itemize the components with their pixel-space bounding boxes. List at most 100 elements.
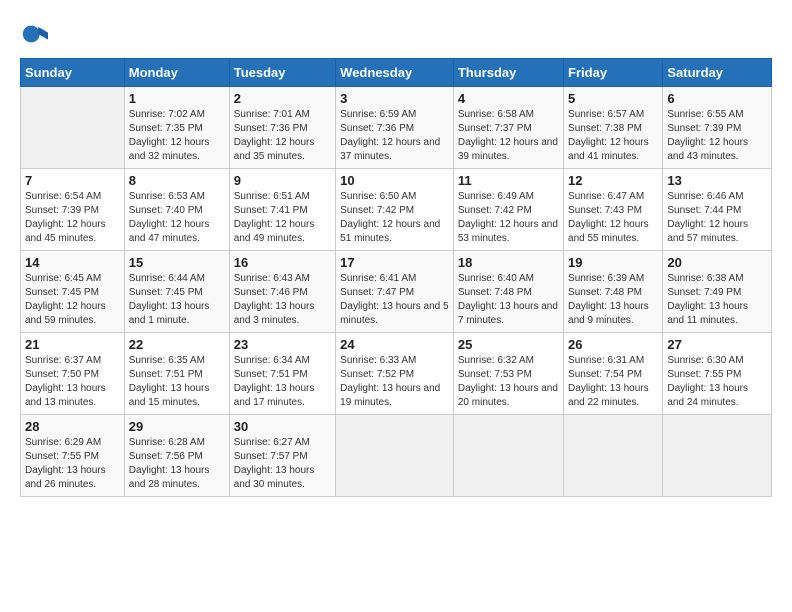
day-info: Sunrise: 6:49 AMSunset: 7:42 PMDaylight:… <box>458 190 559 246</box>
calendar-cell <box>21 87 125 169</box>
day-info: Sunrise: 6:40 AMSunset: 7:48 PMDaylight:… <box>458 272 559 328</box>
calendar-cell: 16 Sunrise: 6:43 AMSunset: 7:46 PMDayligh… <box>229 251 335 333</box>
day-number: 7 <box>25 173 120 188</box>
calendar-cell: 20Sunrise: 6:38 AMSunset: 7:49 PMDayligh… <box>663 251 772 333</box>
day-info: Sunrise: 6:55 AMSunset: 7:39 PMDaylight:… <box>667 108 767 164</box>
day-info: Sunrise: 6:32 AMSunset: 7:53 PMDaylight:… <box>458 354 559 410</box>
calendar-cell: 27Sunrise: 6:30 AMSunset: 7:55 PMDayligh… <box>663 333 772 415</box>
calendar-cell: 9 Sunrise: 6:51 AMSunset: 7:41 PMDaylight… <box>229 169 335 251</box>
day-info: Sunrise: 6:51 AMSunset: 7:41 PMDaylight:… <box>234 190 331 246</box>
calendar-cell <box>663 415 772 497</box>
day-info: Sunrise: 6:27 AMSunset: 7:57 PMDaylight:… <box>234 436 331 492</box>
logo-icon <box>20 20 48 48</box>
calendar-cell: 3 Sunrise: 6:59 AMSunset: 7:36 PMDaylight… <box>336 87 454 169</box>
calendar-cell: 11 Sunrise: 6:49 AMSunset: 7:42 PMDayligh… <box>453 169 563 251</box>
calendar-cell: 4 Sunrise: 6:58 AMSunset: 7:37 PMDaylight… <box>453 87 563 169</box>
logo <box>20 20 51 48</box>
column-header-friday: Friday <box>564 59 663 87</box>
calendar-cell: 19 Sunrise: 6:39 AMSunset: 7:48 PMDayligh… <box>564 251 663 333</box>
column-header-monday: Monday <box>124 59 229 87</box>
day-info: Sunrise: 6:45 AMSunset: 7:45 PMDaylight:… <box>25 272 120 328</box>
day-info: Sunrise: 6:30 AMSunset: 7:55 PMDaylight:… <box>667 354 767 410</box>
calendar-week-row: 28Sunrise: 6:29 AMSunset: 7:55 PMDayligh… <box>21 415 772 497</box>
calendar-cell: 5 Sunrise: 6:57 AMSunset: 7:38 PMDaylight… <box>564 87 663 169</box>
day-number: 5 <box>568 91 658 106</box>
day-number: 12 <box>568 173 658 188</box>
day-info: Sunrise: 6:35 AMSunset: 7:51 PMDaylight:… <box>129 354 225 410</box>
calendar-cell <box>336 415 454 497</box>
calendar-cell: 13Sunrise: 6:46 AMSunset: 7:44 PMDayligh… <box>663 169 772 251</box>
day-number: 2 <box>234 91 331 106</box>
day-number: 18 <box>458 255 559 270</box>
calendar-week-row: 1 Sunrise: 7:02 AMSunset: 7:35 PMDaylight… <box>21 87 772 169</box>
page-header <box>20 20 772 48</box>
day-number: 29 <box>129 419 225 434</box>
calendar-week-row: 14 Sunrise: 6:45 AMSunset: 7:45 PMDayligh… <box>21 251 772 333</box>
day-info: Sunrise: 6:50 AMSunset: 7:42 PMDaylight:… <box>340 190 449 246</box>
day-number: 4 <box>458 91 559 106</box>
day-info: Sunrise: 6:28 AMSunset: 7:56 PMDaylight:… <box>129 436 225 492</box>
day-number: 16 <box>234 255 331 270</box>
calendar-cell: 25 Sunrise: 6:32 AMSunset: 7:53 PMDayligh… <box>453 333 563 415</box>
day-number: 8 <box>129 173 225 188</box>
day-number: 6 <box>667 91 767 106</box>
day-number: 15 <box>129 255 225 270</box>
day-info: Sunrise: 7:02 AMSunset: 7:35 PMDaylight:… <box>129 108 225 164</box>
column-header-wednesday: Wednesday <box>336 59 454 87</box>
calendar-cell: 15 Sunrise: 6:44 AMSunset: 7:45 PMDayligh… <box>124 251 229 333</box>
calendar-cell <box>564 415 663 497</box>
day-info: Sunrise: 6:59 AMSunset: 7:36 PMDaylight:… <box>340 108 449 164</box>
day-info: Sunrise: 6:46 AMSunset: 7:44 PMDaylight:… <box>667 190 767 246</box>
calendar-week-row: 21 Sunrise: 6:37 AMSunset: 7:50 PMDayligh… <box>21 333 772 415</box>
day-number: 19 <box>568 255 658 270</box>
calendar-cell: 10Sunrise: 6:50 AMSunset: 7:42 PMDayligh… <box>336 169 454 251</box>
day-number: 3 <box>340 91 449 106</box>
day-number: 25 <box>458 337 559 352</box>
column-header-thursday: Thursday <box>453 59 563 87</box>
calendar-cell: 8Sunrise: 6:53 AMSunset: 7:40 PMDaylight… <box>124 169 229 251</box>
day-number: 11 <box>458 173 559 188</box>
calendar-cell: 23 Sunrise: 6:34 AMSunset: 7:51 PMDayligh… <box>229 333 335 415</box>
day-info: Sunrise: 6:31 AMSunset: 7:54 PMDaylight:… <box>568 354 658 410</box>
calendar-cell: 6 Sunrise: 6:55 AMSunset: 7:39 PMDaylight… <box>663 87 772 169</box>
calendar-cell: 29 Sunrise: 6:28 AMSunset: 7:56 PMDayligh… <box>124 415 229 497</box>
day-info: Sunrise: 6:54 AMSunset: 7:39 PMDaylight:… <box>25 190 120 246</box>
column-header-sunday: Sunday <box>21 59 125 87</box>
day-number: 1 <box>129 91 225 106</box>
day-info: Sunrise: 7:01 AMSunset: 7:36 PMDaylight:… <box>234 108 331 164</box>
day-info: Sunrise: 6:58 AMSunset: 7:37 PMDaylight:… <box>458 108 559 164</box>
calendar-cell: 18 Sunrise: 6:40 AMSunset: 7:48 PMDayligh… <box>453 251 563 333</box>
calendar-cell: 26 Sunrise: 6:31 AMSunset: 7:54 PMDayligh… <box>564 333 663 415</box>
calendar-cell: 2 Sunrise: 7:01 AMSunset: 7:36 PMDaylight… <box>229 87 335 169</box>
day-info: Sunrise: 6:37 AMSunset: 7:50 PMDaylight:… <box>25 354 120 410</box>
calendar-header-row: SundayMondayTuesdayWednesdayThursdayFrid… <box>21 59 772 87</box>
day-info: Sunrise: 6:39 AMSunset: 7:48 PMDaylight:… <box>568 272 658 328</box>
day-number: 23 <box>234 337 331 352</box>
day-info: Sunrise: 6:29 AMSunset: 7:55 PMDaylight:… <box>25 436 120 492</box>
column-header-saturday: Saturday <box>663 59 772 87</box>
day-number: 24 <box>340 337 449 352</box>
day-number: 21 <box>25 337 120 352</box>
day-number: 30 <box>234 419 331 434</box>
calendar-table: SundayMondayTuesdayWednesdayThursdayFrid… <box>20 58 772 497</box>
calendar-cell: 30 Sunrise: 6:27 AMSunset: 7:57 PMDayligh… <box>229 415 335 497</box>
day-info: Sunrise: 6:43 AMSunset: 7:46 PMDaylight:… <box>234 272 331 328</box>
day-number: 26 <box>568 337 658 352</box>
calendar-cell: 28Sunrise: 6:29 AMSunset: 7:55 PMDayligh… <box>21 415 125 497</box>
calendar-cell: 14 Sunrise: 6:45 AMSunset: 7:45 PMDayligh… <box>21 251 125 333</box>
calendar-cell: 21 Sunrise: 6:37 AMSunset: 7:50 PMDayligh… <box>21 333 125 415</box>
calendar-cell <box>453 415 563 497</box>
day-info: Sunrise: 6:34 AMSunset: 7:51 PMDaylight:… <box>234 354 331 410</box>
day-number: 22 <box>129 337 225 352</box>
calendar-cell: 22 Sunrise: 6:35 AMSunset: 7:51 PMDayligh… <box>124 333 229 415</box>
column-header-tuesday: Tuesday <box>229 59 335 87</box>
day-info: Sunrise: 6:47 AMSunset: 7:43 PMDaylight:… <box>568 190 658 246</box>
calendar-cell: 7 Sunrise: 6:54 AMSunset: 7:39 PMDaylight… <box>21 169 125 251</box>
day-number: 9 <box>234 173 331 188</box>
day-info: Sunrise: 6:33 AMSunset: 7:52 PMDaylight:… <box>340 354 449 410</box>
day-info: Sunrise: 6:57 AMSunset: 7:38 PMDaylight:… <box>568 108 658 164</box>
calendar-week-row: 7 Sunrise: 6:54 AMSunset: 7:39 PMDaylight… <box>21 169 772 251</box>
calendar-cell: 12 Sunrise: 6:47 AMSunset: 7:43 PMDayligh… <box>564 169 663 251</box>
day-info: Sunrise: 6:44 AMSunset: 7:45 PMDaylight:… <box>129 272 225 328</box>
day-number: 14 <box>25 255 120 270</box>
